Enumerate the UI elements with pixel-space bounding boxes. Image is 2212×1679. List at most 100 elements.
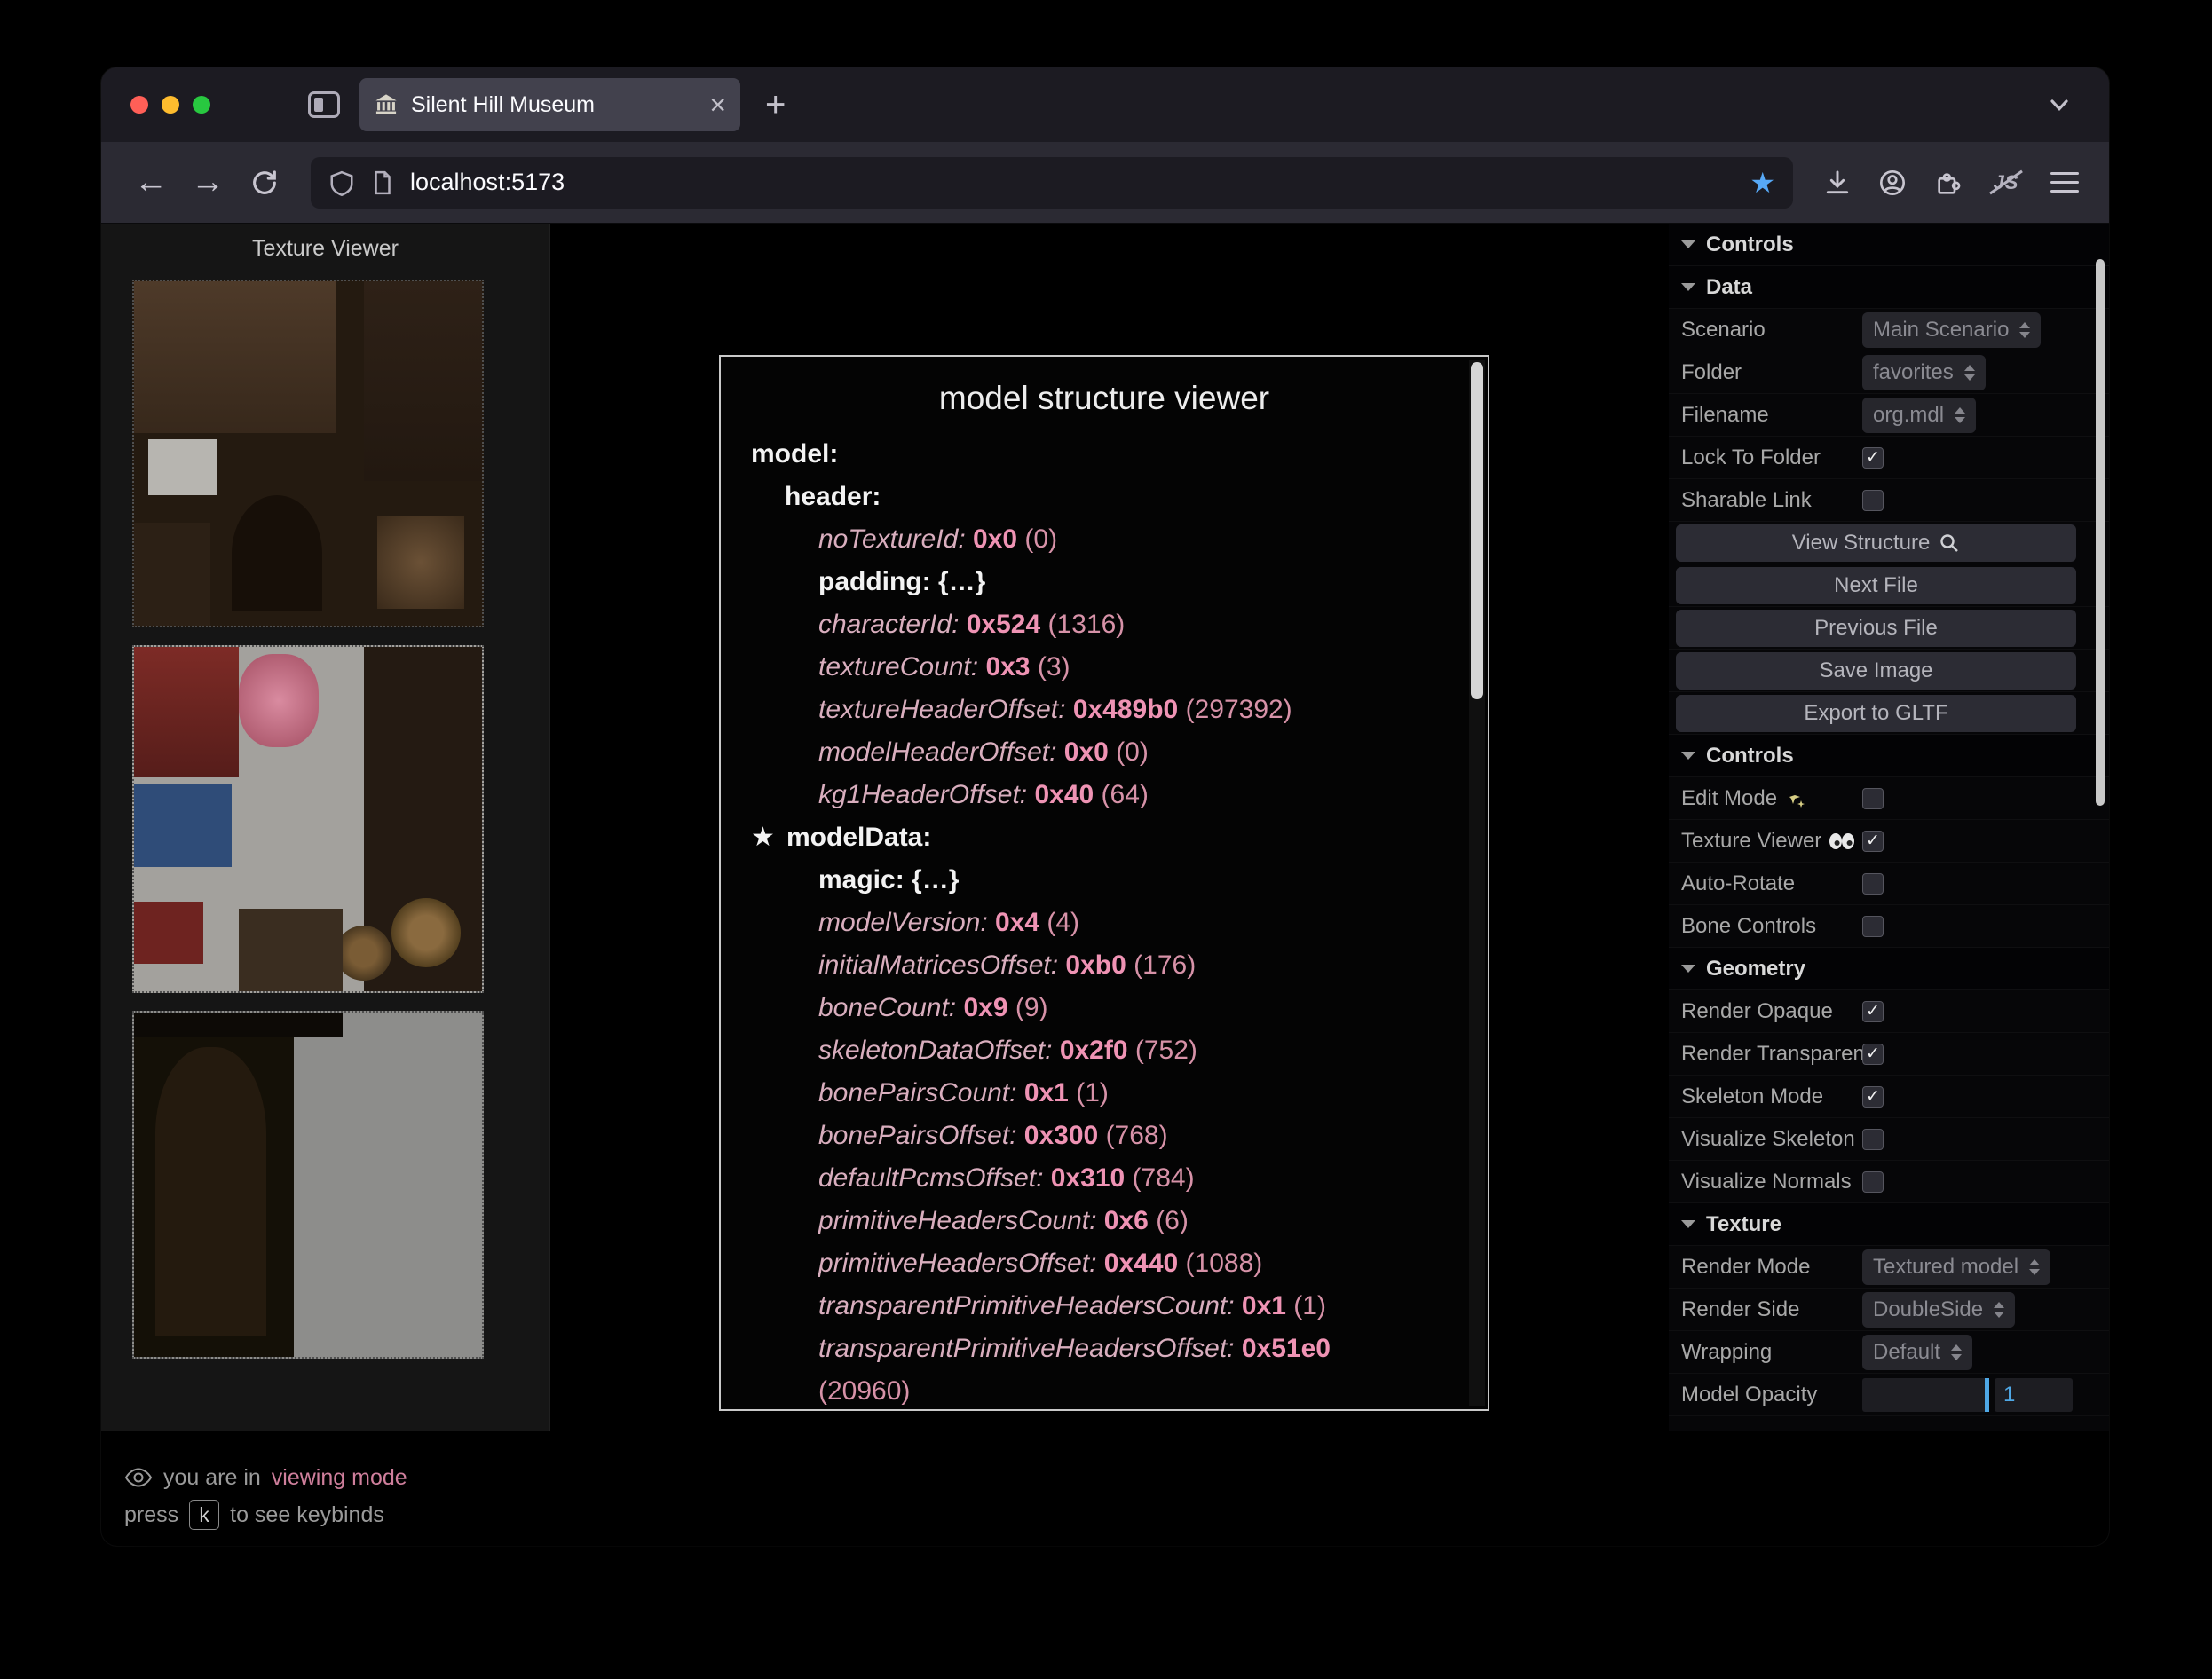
- page-info-icon[interactable]: [369, 169, 396, 196]
- checkbox-visualize-skeleton[interactable]: [1862, 1128, 1884, 1150]
- checkbox-edit-mode[interactable]: [1862, 787, 1884, 809]
- gui-folder-header-geometry[interactable]: Geometry: [1669, 948, 2109, 990]
- gui-row-render-transparent: Render Transparent ✓: [1669, 1033, 2109, 1076]
- tab-close-icon[interactable]: ×: [709, 91, 726, 119]
- gui-row-label-scenario: Scenario: [1681, 317, 1766, 342]
- forward-button[interactable]: →: [183, 158, 233, 208]
- tree-node-transparentprimitiveheadersoffset[interactable]: transparentPrimitiveHeadersOffset: 0x51e…: [721, 1328, 1488, 1409]
- downloads-icon[interactable]: [1823, 169, 1852, 197]
- tree-branch-label: model:: [751, 439, 839, 469]
- gui-row-wrapping: Wrapping Default: [1669, 1331, 2109, 1374]
- tab-silent-hill-museum[interactable]: Silent Hill Museum ×: [359, 78, 740, 131]
- firefox-view-icon[interactable]: [308, 91, 340, 118]
- tree-node-model[interactable]: model:: [721, 433, 1488, 476]
- gui-row-label-lock-to-folder: Lock To Folder: [1681, 445, 1821, 469]
- back-button[interactable]: ←: [126, 158, 176, 208]
- select-filename[interactable]: org.mdl: [1862, 397, 1977, 433]
- button-next-file[interactable]: Next File: [1676, 566, 2076, 604]
- checkbox-render-opaque[interactable]: ✓: [1862, 1000, 1884, 1022]
- tree-node-initialmatricesoffset[interactable]: initialMatricesOffset: 0xb0 (176): [721, 944, 1488, 987]
- checkbox-render-transparent[interactable]: ✓: [1862, 1043, 1884, 1065]
- tree-node-padding[interactable]: padding: {…}: [721, 561, 1488, 603]
- reload-button[interactable]: [240, 158, 289, 208]
- modal-scrollbar-thumb[interactable]: [1471, 362, 1483, 699]
- checkbox-skeleton-mode[interactable]: ✓: [1862, 1085, 1884, 1108]
- tree-key: skeletonDataOffset:: [818, 1036, 1060, 1065]
- select-wrapping[interactable]: Default: [1862, 1334, 1973, 1370]
- tree-node-primitiveheaderscount[interactable]: primitiveHeadersCount: 0x6 (6): [721, 1200, 1488, 1242]
- checkbox-texture-viewer[interactable]: ✓: [1862, 830, 1884, 852]
- modal-scrollbar[interactable]: [1469, 360, 1485, 1406]
- select-folder[interactable]: favorites: [1862, 354, 1986, 390]
- button-previous-file[interactable]: Previous File: [1676, 609, 2076, 647]
- extensions-puzzle-icon[interactable]: [1933, 169, 1962, 197]
- tree-node-notextureid[interactable]: noTextureId: 0x0 (0): [721, 518, 1488, 561]
- gui-folder-header-texture[interactable]: Texture: [1669, 1203, 2109, 1246]
- button-export-to-gltf[interactable]: Export to GLTF: [1676, 694, 2076, 732]
- gui-row-folder: Folder favorites: [1669, 351, 2109, 394]
- gui-folder-label: Controls: [1706, 232, 1794, 256]
- updown-arrows-icon: [1955, 406, 1966, 423]
- new-tab-button[interactable]: +: [765, 85, 786, 125]
- gui-folder-header-data[interactable]: Data: [1669, 266, 2109, 309]
- tree-node-defaultpcmsoffset[interactable]: defaultPcmsOffset: 0x310 (784): [721, 1157, 1488, 1200]
- checkbox-bone-controls[interactable]: [1862, 915, 1884, 937]
- mode-text[interactable]: viewing mode: [272, 1465, 407, 1491]
- tracking-protection-shield-icon[interactable]: [328, 169, 355, 196]
- gui-folder-header-controls[interactable]: Controls: [1669, 735, 2109, 777]
- tree-node-textureheaderoffset[interactable]: textureHeaderOffset: 0x489b0 (297392): [721, 689, 1488, 731]
- gui-row-label-filename: Filename: [1681, 402, 1769, 427]
- select-scenario[interactable]: Main Scenario: [1862, 311, 2042, 348]
- gui-folder-header-controls[interactable]: Controls: [1669, 224, 2109, 266]
- tree-node-magic[interactable]: magic: {…}: [721, 859, 1488, 902]
- texture-thumbnail-2[interactable]: [132, 645, 484, 993]
- javascript-disabled-icon[interactable]: JS: [1988, 168, 2024, 198]
- texture-thumbnail-3[interactable]: [132, 1011, 484, 1359]
- tree-value-hex: 0x440: [1103, 1249, 1179, 1278]
- tree-node-modeldata[interactable]: ★ modelData:: [721, 816, 1488, 859]
- model-viewport[interactable]: model structure viewer model: header: noTe…: [550, 224, 1669, 1546]
- tree-node-texturecount[interactable]: textureCount: 0x3 (3): [721, 646, 1488, 689]
- minimize-window-button[interactable]: [162, 96, 179, 114]
- tab-overflow-chevron-icon[interactable]: [2045, 91, 2074, 119]
- menu-icon[interactable]: [2050, 172, 2079, 193]
- texture-viewer-panel: Texture Viewer: [101, 224, 550, 1431]
- select-render-side[interactable]: DoubleSide: [1862, 1291, 2016, 1328]
- tree-node-modelversion[interactable]: modelVersion: 0x4 (4): [721, 902, 1488, 944]
- button-view-structure[interactable]: View Structure: [1676, 524, 2076, 562]
- gui-row-edit-mode: Edit Mode: [1669, 777, 2109, 820]
- tree-node-transparentprimitiveheaderscount[interactable]: transparentPrimitiveHeadersCount: 0x1 (1…: [721, 1285, 1488, 1328]
- tree-value-dec: (1): [1285, 1291, 1326, 1320]
- tree-node-characterid[interactable]: characterId: 0x524 (1316): [721, 603, 1488, 646]
- number-input-model-opacity[interactable]: 1: [1995, 1377, 2073, 1412]
- tree-node-header[interactable]: header:: [721, 476, 1488, 518]
- tree-node-bonepairscount[interactable]: bonePairsCount: 0x1 (1): [721, 1072, 1488, 1115]
- checkbox-visualize-normals[interactable]: [1862, 1171, 1884, 1193]
- gui-folder-label: Geometry: [1706, 956, 1806, 981]
- tree-node-primitiveheadersoffset[interactable]: primitiveHeadersOffset: 0x440 (1088): [721, 1242, 1488, 1285]
- zoom-window-button[interactable]: [193, 96, 210, 114]
- slider-thumb[interactable]: [1985, 1377, 1989, 1412]
- tree-node-bonecount[interactable]: boneCount: 0x9 (9): [721, 987, 1488, 1029]
- tree-node-modelheaderoffset[interactable]: modelHeaderOffset: 0x0 (0): [721, 731, 1488, 774]
- tree-node-bonepairsoffset[interactable]: bonePairsOffset: 0x300 (768): [721, 1115, 1488, 1157]
- slider-model-opacity[interactable]: [1862, 1377, 1989, 1412]
- url-input[interactable]: localhost:5173: [410, 169, 1735, 196]
- tree-value-dec: (20960): [818, 1376, 911, 1406]
- tree-key: boneCount:: [818, 993, 964, 1022]
- select-render-mode[interactable]: Textured model: [1862, 1249, 2051, 1285]
- tree-node-kg1headeroffset[interactable]: kg1HeaderOffset: 0x40 (64): [721, 774, 1488, 816]
- button-save-image[interactable]: Save Image: [1676, 651, 2076, 690]
- close-window-button[interactable]: [130, 96, 148, 114]
- checkbox-lock-to-folder[interactable]: ✓: [1862, 446, 1884, 469]
- account-icon[interactable]: [1878, 169, 1907, 197]
- page-scrollbar-thumb[interactable]: [2096, 259, 2105, 806]
- url-bar[interactable]: localhost:5173 ★: [311, 156, 1793, 209]
- checkbox-auto-rotate[interactable]: [1862, 872, 1884, 895]
- status-overlay: you are in viewing mode press k to see k…: [124, 1459, 407, 1533]
- texture-thumbnail-1[interactable]: [132, 280, 484, 627]
- tree-node-skeletondataoffset[interactable]: skeletonDataOffset: 0x2f0 (752): [721, 1029, 1488, 1072]
- tree-key: modelHeaderOffset:: [818, 737, 1064, 767]
- bookmark-star-icon[interactable]: ★: [1750, 169, 1775, 197]
- checkbox-sharable-link[interactable]: [1862, 489, 1884, 511]
